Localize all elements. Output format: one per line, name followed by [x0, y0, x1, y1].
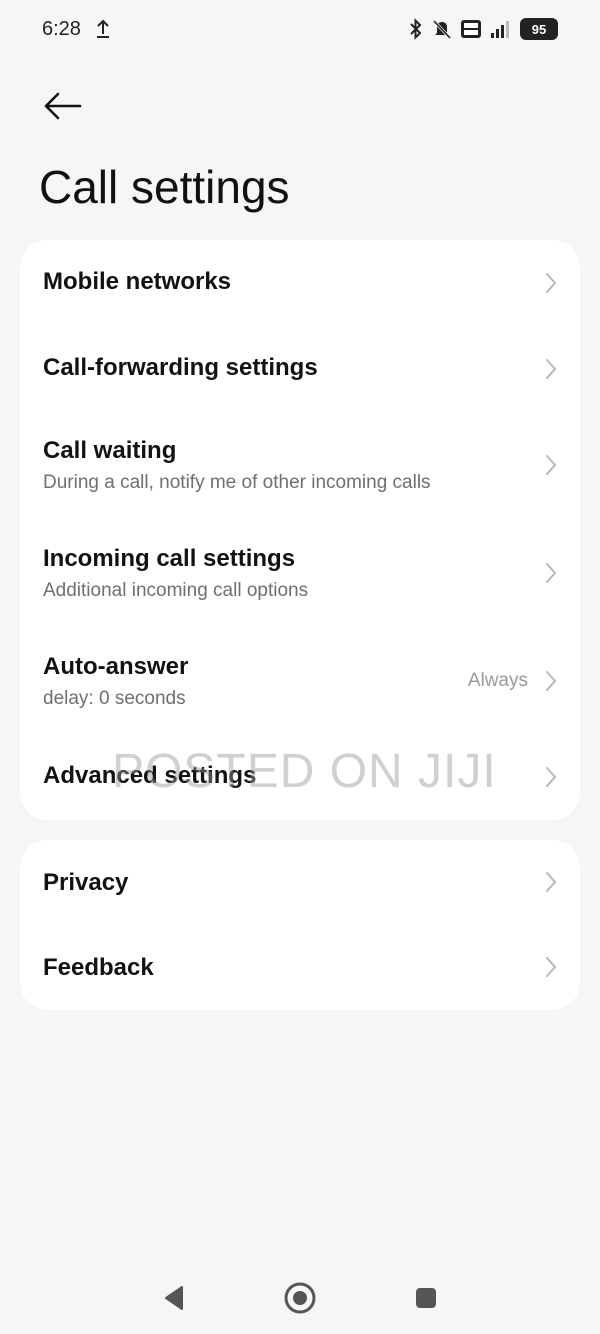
settings-item-privacy[interactable]: Privacy [20, 840, 580, 925]
item-value: Always [467, 670, 528, 691]
chevron-right-icon [546, 872, 557, 892]
item-title: Call-forwarding settings [43, 354, 318, 381]
settings-item-incoming-call[interactable]: Incoming call settings Additional incomi… [20, 520, 580, 628]
item-subtitle: During a call, notify me of other incomi… [43, 472, 431, 493]
page-title: Call settings [39, 161, 290, 213]
item-subtitle: delay: 0 seconds [43, 688, 186, 709]
item-subtitle: Additional incoming call options [43, 580, 309, 601]
chevron-right-icon [546, 957, 557, 977]
volte-icon [461, 20, 481, 38]
settings-item-call-waiting[interactable]: Call waiting During a call, notify me of… [20, 412, 580, 520]
item-title: Privacy [43, 869, 129, 896]
chevron-right-icon [546, 455, 557, 475]
arrow-left-icon [44, 92, 82, 120]
chevron-right-icon [546, 767, 557, 787]
nav-home-button[interactable] [282, 1280, 318, 1316]
settings-item-call-forwarding[interactable]: Call-forwarding settings [20, 326, 580, 412]
settings-card-other: Privacy Feedback [20, 840, 580, 1010]
item-title: Advanced settings [43, 762, 257, 789]
chevron-right-icon [546, 671, 557, 691]
nav-recents-button[interactable] [408, 1280, 444, 1316]
settings-item-mobile-networks[interactable]: Mobile networks [20, 240, 580, 326]
chevron-right-icon [546, 359, 557, 379]
item-title: Call waiting [43, 437, 177, 464]
battery-level: 95 [531, 21, 547, 37]
navigation-bar [0, 1262, 600, 1334]
nav-back-icon [165, 1286, 183, 1310]
bluetooth-icon [410, 18, 422, 40]
item-title: Incoming call settings [43, 545, 296, 572]
item-title: Feedback [43, 954, 154, 981]
status-time: 6:28 [42, 18, 81, 40]
status-icons: 95 [408, 15, 558, 43]
settings-item-feedback[interactable]: Feedback [20, 925, 580, 1010]
upload-icon [97, 19, 109, 38]
back-button[interactable] [34, 82, 90, 130]
item-title: Mobile networks [43, 268, 232, 295]
nav-home-icon [284, 1282, 316, 1314]
chevron-right-icon [546, 563, 557, 583]
settings-card-main: Mobile networks Call-forwarding settings… [20, 240, 580, 820]
battery-icon: 95 [520, 18, 558, 40]
chevron-right-icon [546, 273, 557, 293]
item-title: Auto-answer [43, 653, 189, 680]
nav-back-button[interactable] [156, 1280, 192, 1316]
signal-icon [491, 21, 509, 38]
status-bar: 6:28 95 [0, 0, 600, 58]
nav-recents-icon [416, 1288, 436, 1308]
silent-icon [432, 19, 452, 40]
settings-item-advanced[interactable]: Advanced settings [20, 736, 580, 820]
settings-item-auto-answer[interactable]: Auto-answer delay: 0 seconds Always [20, 628, 580, 736]
